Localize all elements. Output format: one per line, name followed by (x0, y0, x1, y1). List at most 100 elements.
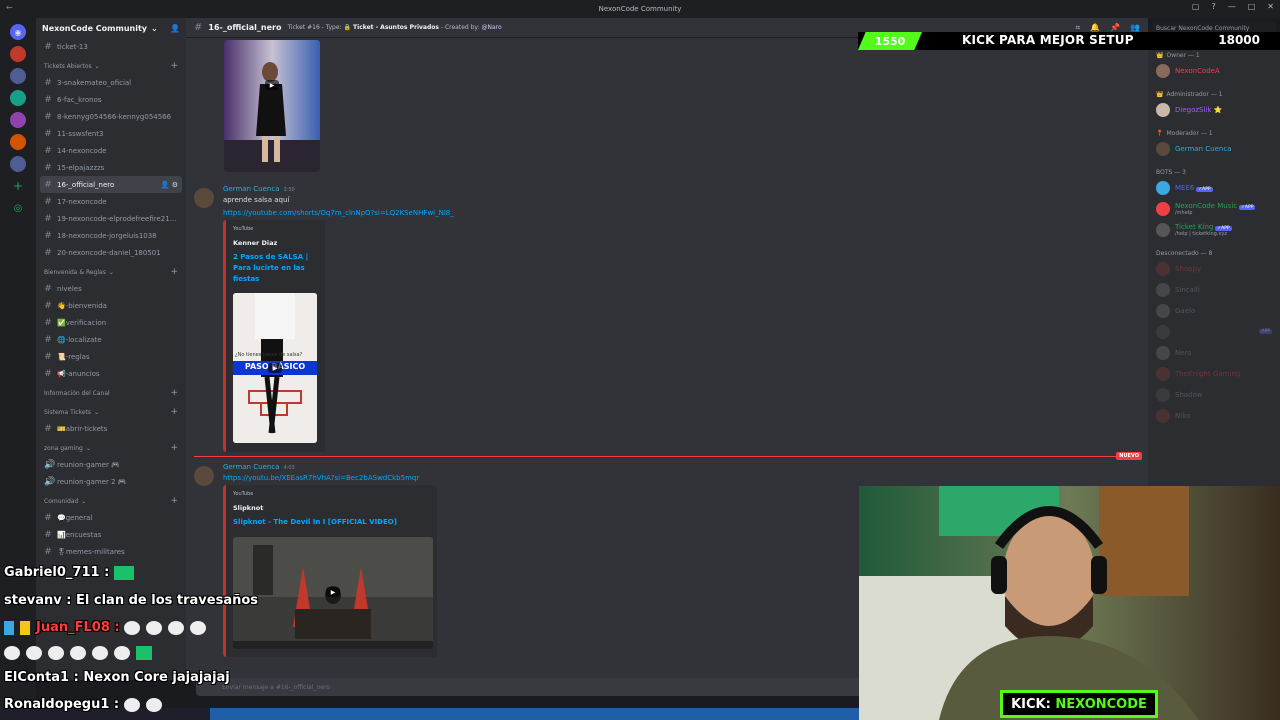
server-icon[interactable] (10, 112, 26, 128)
youtube-embed: YouTube Kenner Diaz 2 Pasos de SALSA | P… (223, 220, 325, 452)
channel-item[interactable]: #6-fac_kronos (36, 91, 186, 108)
channel-item[interactable]: # 📊encuestas (36, 526, 186, 543)
play-icon[interactable]: ▶ (265, 80, 279, 90)
member-item[interactable]: NexonCode Music ✓APP/mhelp (1148, 198, 1280, 219)
play-icon[interactable]: ▶ (326, 587, 340, 597)
member-group-header: Desconectado — 8 (1156, 249, 1213, 257)
embed-provider: YouTube (233, 226, 254, 232)
channel-item[interactable]: # 🌐-localizate (36, 331, 186, 348)
member-item[interactable]: Ticket King ✓APP/help | ticketking.xyz (1148, 219, 1280, 240)
channel-item[interactable]: # 📢-anuncios (36, 365, 186, 382)
category-zona-gaming[interactable]: zona gaming ⌄ + (36, 440, 186, 456)
message-author[interactable]: German Cuenca 4:03 (223, 463, 295, 471)
channel-item[interactable]: #3-snakemateo_oficial (36, 74, 186, 91)
server-icon[interactable] (10, 134, 26, 150)
server-icon[interactable] (10, 156, 26, 172)
channel-item-active[interactable]: #16-_official_nero 👤 ⚙ (40, 176, 182, 193)
hash-icon: # (44, 128, 52, 139)
plus-icon[interactable]: + (170, 496, 178, 506)
channel-item[interactable]: #15-elpajazzzs (36, 159, 186, 176)
server-icon[interactable] (10, 68, 26, 84)
channel-item[interactable]: #14-nexoncode (36, 142, 186, 159)
member-item[interactable]: TheKnight Gaming (1148, 363, 1280, 384)
member-item[interactable]: Gaelo (1148, 300, 1280, 321)
message-link[interactable]: https://youtube.com/shorts/Oq7m_clnNpO?s… (223, 209, 454, 217)
message-author[interactable]: German Cuenca 3:50 (223, 185, 295, 193)
video-thumbnail[interactable]: ▶ (233, 537, 433, 649)
maximize-button[interactable]: □ (1248, 2, 1256, 11)
member-item[interactable]: German Cuenca (1148, 138, 1280, 159)
channel-item[interactable]: # niveles (36, 280, 186, 297)
streamer-webcam-image (859, 486, 1280, 720)
help-icon[interactable]: ? (1211, 2, 1215, 11)
server-icon[interactable] (10, 90, 26, 106)
avatar[interactable] (194, 188, 214, 208)
channel-item[interactable]: #17-nexoncode (36, 193, 186, 210)
channel-item[interactable]: # ✅verificacion (36, 314, 186, 331)
inbox-icon[interactable]: ▢ (1192, 2, 1200, 11)
minimize-button[interactable]: — (1228, 2, 1236, 11)
play-icon[interactable]: ▶ (268, 363, 282, 373)
category-informacion[interactable]: Información del Canal + (36, 385, 186, 401)
hash-icon: # (44, 317, 52, 328)
previous-video-thumbnail[interactable]: ▶ (224, 40, 320, 172)
channel-item[interactable]: # 💬general (36, 509, 186, 526)
category-sistema-tickets[interactable]: Sistema Tickets ⌄ + (36, 404, 186, 420)
channel-item[interactable]: # 👋-bienvenida (36, 297, 186, 314)
member-group-header: 👑 Owner — 1 (1156, 51, 1200, 59)
channel-item[interactable]: # ticket-13 (36, 38, 186, 55)
server-icon[interactable] (10, 46, 26, 62)
member-item[interactable]: Shadow (1148, 384, 1280, 405)
hash-icon: # (44, 300, 52, 311)
discord-home-icon[interactable]: ◉ (10, 24, 26, 40)
member-item[interactable]: Nero (1148, 342, 1280, 363)
category-bienvenida[interactable]: Bienvenida & Reglas ⌄ + (36, 264, 186, 280)
avatar (1156, 408, 1170, 423)
invite-settings-icons[interactable]: 👤 ⚙ (161, 181, 178, 189)
emote-icon (113, 565, 134, 580)
channel-item[interactable]: #20-nexoncode-daniel_180501 (36, 244, 186, 261)
add-member-icon[interactable]: 👤 (170, 24, 180, 33)
channel-item[interactable]: #8-kennyg054566-kennyg054566 (36, 108, 186, 125)
close-button[interactable]: ✕ (1267, 2, 1274, 11)
channel-item[interactable]: # 🎫abrir-tickets (36, 420, 186, 437)
add-server-icon[interactable]: + (10, 178, 26, 194)
voice-channel-item[interactable]: 🔊 reunion-gamer 2 🎮 (36, 473, 186, 490)
channel-item[interactable]: #18-nexoncode-jorgeluis1038 (36, 227, 186, 244)
embed-title[interactable]: 2 Pasos de SALSA | Para lucirte en las f… (233, 252, 309, 285)
member-item[interactable]: APP (1148, 321, 1280, 342)
embed-provider: YouTube (233, 491, 254, 497)
embed-author[interactable]: Slipknot (233, 504, 263, 512)
speaker-icon: 🔊 (44, 476, 56, 487)
voice-channel-item[interactable]: 🔊 reunion-gamer 🎮 (36, 456, 186, 473)
message-link[interactable]: https://youtu.be/XEEasR7hVhA?si=Bec2bASw… (223, 474, 419, 482)
avatar[interactable] (194, 466, 214, 486)
member-item[interactable]: Niko (1148, 405, 1280, 426)
plus-icon[interactable]: + (170, 443, 178, 453)
channel-item[interactable]: # 📜-reglas (36, 348, 186, 365)
embed-title[interactable]: Slipknot - The Devil In I [OFFICIAL VIDE… (233, 517, 433, 528)
member-item[interactable]: DiegozSlik ⭐ (1148, 99, 1280, 120)
channel-item[interactable]: #19-nexoncode-elprodefreefire21... (36, 210, 186, 227)
title-bar: ← NexonCode Community ▢ ? — □ ✕ (0, 0, 1280, 18)
back-arrow-icon[interactable]: ← (6, 3, 13, 12)
plus-icon[interactable]: + (170, 61, 178, 71)
category-comunidad[interactable]: Comunidad ⌄ + (36, 493, 186, 509)
member-group-header: 👑 Administrador — 1 (1156, 90, 1223, 98)
member-item[interactable]: NexonCodeA (1148, 60, 1280, 81)
server-header[interactable]: NexonCode Community ⌄ 👤 (36, 18, 186, 38)
member-item[interactable]: Shoppy (1148, 258, 1280, 279)
plus-icon[interactable]: + (170, 407, 178, 417)
channel-item[interactable]: # 🎖memes-militares (36, 543, 186, 560)
new-badge: NUEVO (1116, 452, 1142, 460)
video-thumbnail[interactable]: ¿No tienes pasos de salsa? PASO BÁSICO ▶ (233, 293, 317, 443)
explore-icon[interactable]: ◎ (10, 200, 26, 216)
member-item[interactable]: Sincalli (1148, 279, 1280, 300)
plus-icon[interactable]: + (170, 388, 178, 398)
embed-author[interactable]: Kenner Diaz (233, 239, 277, 247)
plus-icon[interactable]: + (170, 267, 178, 277)
category-tickets[interactable]: Tickets Abiertos ⌄ + (36, 58, 186, 74)
member-item[interactable]: MEE6 ✓APP (1148, 177, 1280, 198)
channel-item[interactable]: #11-sswsfent3 (36, 125, 186, 142)
member-group-header: BOTS — 3 (1156, 168, 1186, 176)
